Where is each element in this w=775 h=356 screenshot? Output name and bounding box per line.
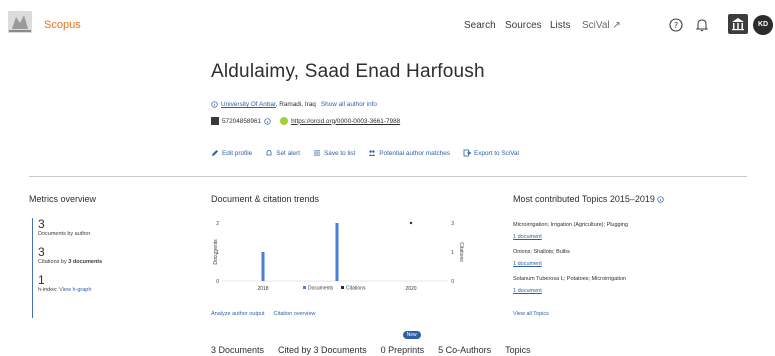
topics-title-row: Most contributed Topics 2015–2019 <box>513 194 665 204</box>
tab-cited-by[interactable]: Cited by 3 Documents <box>278 345 367 355</box>
legend-label: Documents <box>308 285 334 291</box>
nav-sources[interactable]: Sources <box>505 20 542 31</box>
x-tick-label: 2020 <box>405 286 416 292</box>
nav-search[interactable]: Search <box>464 20 496 31</box>
info-circle-icon <box>211 101 218 108</box>
people-icon <box>369 150 376 156</box>
nav-lists[interactable]: Lists <box>550 20 571 31</box>
topic-name[interactable]: Solanum Tuberosa L; Potatoes; Microirrig… <box>513 276 626 282</box>
elsevier-logo-icon[interactable] <box>6 9 34 35</box>
tab-preprints[interactable]: 0 Preprints New <box>380 331 425 355</box>
top-bar: Scopus Search Sources Lists SciVal ↗ ? K… <box>0 0 775 52</box>
tab-topics[interactable]: Topics <box>505 345 531 355</box>
h-index-value: 1 <box>38 273 45 287</box>
orcid-link[interactable]: https://orcid.org/0000-0003-3661-7988 <box>291 118 400 125</box>
y2-axis-label: Citations <box>458 242 464 262</box>
scopus-id-icon <box>211 117 219 125</box>
metrics-overview-title: Metrics overview <box>29 194 97 204</box>
export-to-scival-label: Export to SciVal <box>473 149 519 157</box>
author-id-info-icon[interactable] <box>264 117 271 125</box>
identifiers-row: 57204858961 https://orcid.org/0000-0003-… <box>211 117 400 125</box>
institution-icon <box>732 18 744 31</box>
export-to-scival-action[interactable]: Export to SciVal <box>463 149 519 157</box>
topic-name[interactable]: Microirrigation; Irrigation (Agriculture… <box>513 222 628 228</box>
potential-author-matches-label: Potential author matches <box>379 149 450 157</box>
tab-co-authors[interactable]: 5 Co-Authors <box>438 345 491 355</box>
profile-actions: Edit profile Set alert Save to list Pote… <box>211 149 519 157</box>
documents-label: Documents by author <box>38 231 91 237</box>
edit-profile-action[interactable]: Edit profile <box>211 149 252 157</box>
potential-author-matches-action[interactable]: Potential author matches <box>368 149 450 157</box>
topics-title: Most contributed Topics 2015–2019 <box>513 194 655 204</box>
export-icon <box>463 149 471 157</box>
author-name: Aldulaimy, Saad Enad Harfoush <box>211 61 485 82</box>
set-alert-action[interactable]: Set alert <box>265 149 300 157</box>
help-icon[interactable]: ? <box>667 16 685 34</box>
institution-button[interactable] <box>728 14 748 34</box>
documents-bar <box>261 252 265 281</box>
topic-document-link[interactable]: 1 document <box>513 261 542 267</box>
nav-scival[interactable]: SciVal ↗ <box>582 20 621 31</box>
affiliation-row: University Of Anbar, Ramadi, Iraq Show a… <box>211 101 377 108</box>
tab-documents[interactable]: 3 Documents <box>211 345 264 355</box>
view-all-topics-link[interactable]: View all Topics <box>513 311 549 317</box>
pencil-icon <box>212 150 218 156</box>
citation-overview-link[interactable]: Citation overview <box>274 311 316 317</box>
legend-swatch <box>341 286 344 289</box>
y-tick-label: 0 <box>216 279 219 285</box>
y-tick-label: 1 <box>216 250 219 256</box>
results-tabs: 3 Documents Cited by 3 Documents 0 Prepr… <box>211 331 531 355</box>
save-to-list-action[interactable]: Save to list <box>313 149 355 157</box>
h-index-row: h-index: View h-graph <box>38 287 102 293</box>
y2-tick-label: 3 <box>451 221 454 227</box>
legend-swatch <box>303 286 306 289</box>
orcid-icon <box>280 117 289 125</box>
y2-tick-label: 0 <box>451 279 454 285</box>
edit-profile-label: Edit profile <box>222 149 253 157</box>
analyze-author-output-link[interactable]: Analyze author output <box>211 311 265 317</box>
topic-name[interactable]: Onions; Shallots; Bulbs <box>513 249 570 255</box>
set-alert-label: Set alert <box>276 149 301 157</box>
documents-bar <box>335 223 339 281</box>
list-icon <box>314 150 321 156</box>
y-tick-label: 2 <box>216 221 219 227</box>
tab-preprints-label: 0 Preprints <box>380 345 425 355</box>
bell-icon[interactable] <box>693 16 711 34</box>
affiliation-location: , Ramadi, Iraq <box>275 101 316 108</box>
save-to-list-label: Save to list <box>324 149 356 157</box>
topics-info-icon[interactable] <box>657 196 665 203</box>
topic-document-link[interactable]: 1 document <box>513 288 542 294</box>
chart-links: Analyze author output Citation overview <box>211 311 315 317</box>
documents-count[interactable]: 3 <box>38 218 102 231</box>
h-index-label: h-index: <box>38 287 58 293</box>
topic-document-link[interactable]: 1 document <box>513 234 542 240</box>
citations-count[interactable]: 3 <box>38 246 102 259</box>
show-author-info-link[interactable]: Show all author info <box>321 101 377 108</box>
author-id: 57204858961 <box>222 117 262 125</box>
trends-title: Document & citation trends <box>211 194 320 204</box>
section-divider <box>29 176 747 177</box>
affiliation-link[interactable]: University Of Anbar <box>221 101 276 108</box>
bell-icon <box>266 150 272 156</box>
brand-name[interactable]: Scopus <box>44 19 81 31</box>
citations-label-prefix: Citations by <box>38 259 69 265</box>
new-badge: New <box>402 331 421 339</box>
trends-chart: Documents Citations0120132018 2020Document… <box>213 221 464 292</box>
x-tick-label: 2018 <box>257 286 268 292</box>
svg-text:?: ? <box>674 21 678 30</box>
legend-label: Citations <box>346 285 366 291</box>
citations-label: Citations by 3 documents <box>38 259 102 265</box>
metrics-list: 3 Documents by author 3 Citations by 3 d… <box>32 218 102 318</box>
user-avatar[interactable]: KD <box>753 15 773 35</box>
citations-point <box>409 221 413 225</box>
y2-tick-label: 1 <box>451 250 454 256</box>
view-h-graph-link[interactable]: View h-graph <box>59 287 91 293</box>
citations-label-docs: 3 documents <box>68 259 103 265</box>
